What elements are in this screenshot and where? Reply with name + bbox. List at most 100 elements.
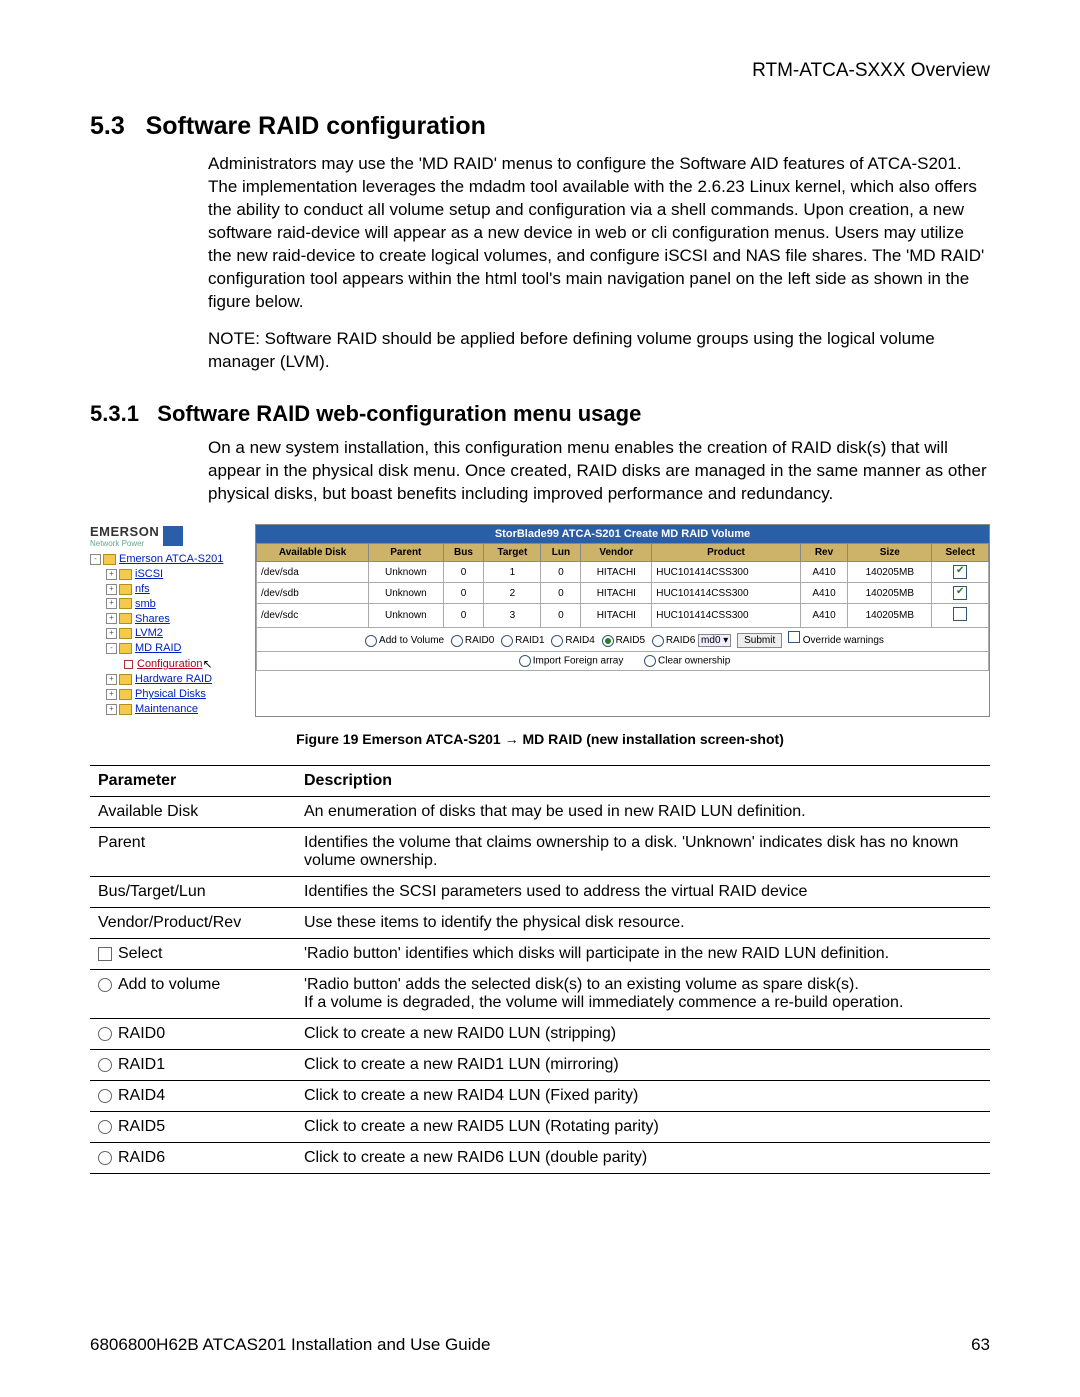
tree-root-link[interactable]: Emerson ATCA-S201	[119, 553, 223, 565]
cell-rev: A410	[800, 583, 847, 604]
figure-caption: Figure 19 Emerson ATCA-S201 → MD RAID (n…	[90, 731, 990, 747]
param-desc-cell: 'Radio button' adds the selected disk(s)…	[296, 969, 990, 1018]
section-number: 5.3	[90, 112, 125, 140]
tree-link-iscsi[interactable]: iSCSI	[135, 568, 163, 580]
footer-page-number: 63	[971, 1335, 990, 1355]
col-bus: Bus	[443, 544, 484, 562]
expand-icon[interactable]: +	[106, 704, 117, 715]
param-row: Bus/Target/LunIdentifies the SCSI parame…	[90, 876, 990, 907]
sec531-para1: On a new system installation, this confi…	[208, 437, 990, 506]
select-checkbox[interactable]: ✔	[953, 565, 967, 579]
tree-link-physdisks[interactable]: Physical Disks	[135, 688, 206, 700]
expand-icon[interactable]: +	[106, 689, 117, 700]
cell-vendor: HITACHI	[581, 604, 652, 628]
param-name-cell: RAID6	[90, 1142, 296, 1173]
tree-link-mdraid[interactable]: MD RAID	[135, 642, 181, 654]
tree-link-hwraid[interactable]: Hardware RAID	[135, 673, 212, 685]
cell-target: 2	[484, 583, 541, 604]
collapse-icon[interactable]: -	[90, 554, 101, 565]
select-checkbox[interactable]: ✔	[953, 586, 967, 600]
submit-button[interactable]: Submit	[737, 633, 782, 648]
folder-icon	[119, 689, 132, 700]
param-desc-cell: Use these items to identify the physical…	[296, 907, 990, 938]
folder-icon	[119, 674, 132, 685]
table-row: /dev/sdb Unknown 0 2 0 HITACHI HUC101414…	[257, 583, 989, 604]
expand-icon[interactable]: +	[106, 613, 117, 624]
page-icon	[124, 660, 133, 669]
expand-icon[interactable]: +	[106, 584, 117, 595]
cell-lun: 0	[541, 562, 581, 583]
cell-bus: 0	[443, 562, 484, 583]
folder-icon	[119, 584, 132, 595]
folder-icon	[119, 613, 132, 624]
folder-icon	[119, 643, 132, 654]
cell-disk: /dev/sdb	[257, 583, 369, 604]
import-label: Import Foreign array	[533, 656, 624, 667]
cell-rev: A410	[800, 604, 847, 628]
param-row: ParentIdentifies the volume that claims …	[90, 827, 990, 876]
raid0-radio[interactable]	[451, 635, 463, 647]
raid-controls-row2: Import Foreign array Clear ownership	[257, 652, 989, 671]
col-target: Target	[484, 544, 541, 562]
tree-link-lvm2[interactable]: LVM2	[135, 627, 163, 639]
col-lun: Lun	[541, 544, 581, 562]
cell-bus: 0	[443, 604, 484, 628]
raid5-label: RAID5	[616, 635, 645, 646]
col-select: Select	[932, 544, 989, 562]
cell-size: 140205MB	[848, 562, 932, 583]
cell-vendor: HITACHI	[581, 583, 652, 604]
param-name-cell: Vendor/Product/Rev	[90, 907, 296, 938]
expand-icon[interactable]: +	[106, 628, 117, 639]
tree-link-shares[interactable]: Shares	[135, 613, 170, 625]
param-desc-cell: Click to create a new RAID5 LUN (Rotatin…	[296, 1111, 990, 1142]
subsection-number: 5.3.1	[90, 401, 139, 426]
select-checkbox[interactable]	[953, 607, 967, 621]
cell-product: HUC101414CSS300	[652, 583, 801, 604]
raid-disk-table: Available Disk Parent Bus Target Lun Ven…	[256, 543, 989, 671]
param-desc-cell: Identifies the volume that claims owners…	[296, 827, 990, 876]
tree-link-configuration[interactable]: Configuration	[137, 658, 202, 670]
cursor-icon: ↖	[202, 656, 212, 672]
param-name-cell: Parent	[90, 827, 296, 876]
expand-icon[interactable]: +	[106, 598, 117, 609]
brand-logo-text: EMERSON	[90, 524, 159, 539]
cell-product: HUC101414CSS300	[652, 604, 801, 628]
folder-icon	[119, 569, 132, 580]
add-to-volume-radio[interactable]	[365, 635, 377, 647]
cell-bus: 0	[443, 583, 484, 604]
param-row: RAID5Click to create a new RAID5 LUN (Ro…	[90, 1111, 990, 1142]
raid5-radio[interactable]	[602, 635, 614, 647]
checkbox-icon	[98, 947, 112, 961]
raid1-radio[interactable]	[501, 635, 513, 647]
param-desc-cell: Click to create a new RAID4 LUN (Fixed p…	[296, 1080, 990, 1111]
cell-disk: /dev/sda	[257, 562, 369, 583]
tree-link-nfs[interactable]: nfs	[135, 583, 150, 595]
raid4-radio[interactable]	[551, 635, 563, 647]
page-header: RTM-ATCA-SXXX Overview	[90, 60, 990, 82]
radio-icon	[98, 1120, 112, 1134]
expand-icon[interactable]: +	[106, 569, 117, 580]
collapse-icon[interactable]: -	[106, 643, 117, 654]
cell-product: HUC101414CSS300	[652, 562, 801, 583]
table-row: /dev/sdc Unknown 0 3 0 HITACHI HUC101414…	[257, 604, 989, 628]
import-radio[interactable]	[519, 655, 531, 667]
table-row: /dev/sda Unknown 0 1 0 HITACHI HUC101414…	[257, 562, 989, 583]
raid6-radio[interactable]	[652, 635, 664, 647]
tree-link-smb[interactable]: smb	[135, 598, 156, 610]
raid-controls-row1: Add to Volume RAID0 RAID1 RAID4 RAID5 RA…	[257, 628, 989, 652]
clear-radio[interactable]	[644, 655, 656, 667]
md-device-select[interactable]: md0 ▾	[698, 634, 731, 647]
param-row: Add to volume'Radio button' adds the sel…	[90, 969, 990, 1018]
tree-link-maintenance[interactable]: Maintenance	[135, 703, 198, 715]
expand-icon[interactable]: +	[106, 674, 117, 685]
raid-create-panel: StorBlade99 ATCA-S201 Create MD RAID Vol…	[255, 524, 990, 717]
override-checkbox[interactable]	[788, 631, 800, 643]
param-row: Available DiskAn enumeration of disks th…	[90, 796, 990, 827]
raid1-label: RAID1	[515, 635, 544, 646]
cell-lun: 0	[541, 583, 581, 604]
radio-icon	[98, 1089, 112, 1103]
cell-parent: Unknown	[369, 583, 443, 604]
col-parent: Parent	[369, 544, 443, 562]
section-title: Software RAID configuration	[146, 112, 486, 140]
parameter-description-table: Parameter Description Available DiskAn e…	[90, 765, 990, 1174]
